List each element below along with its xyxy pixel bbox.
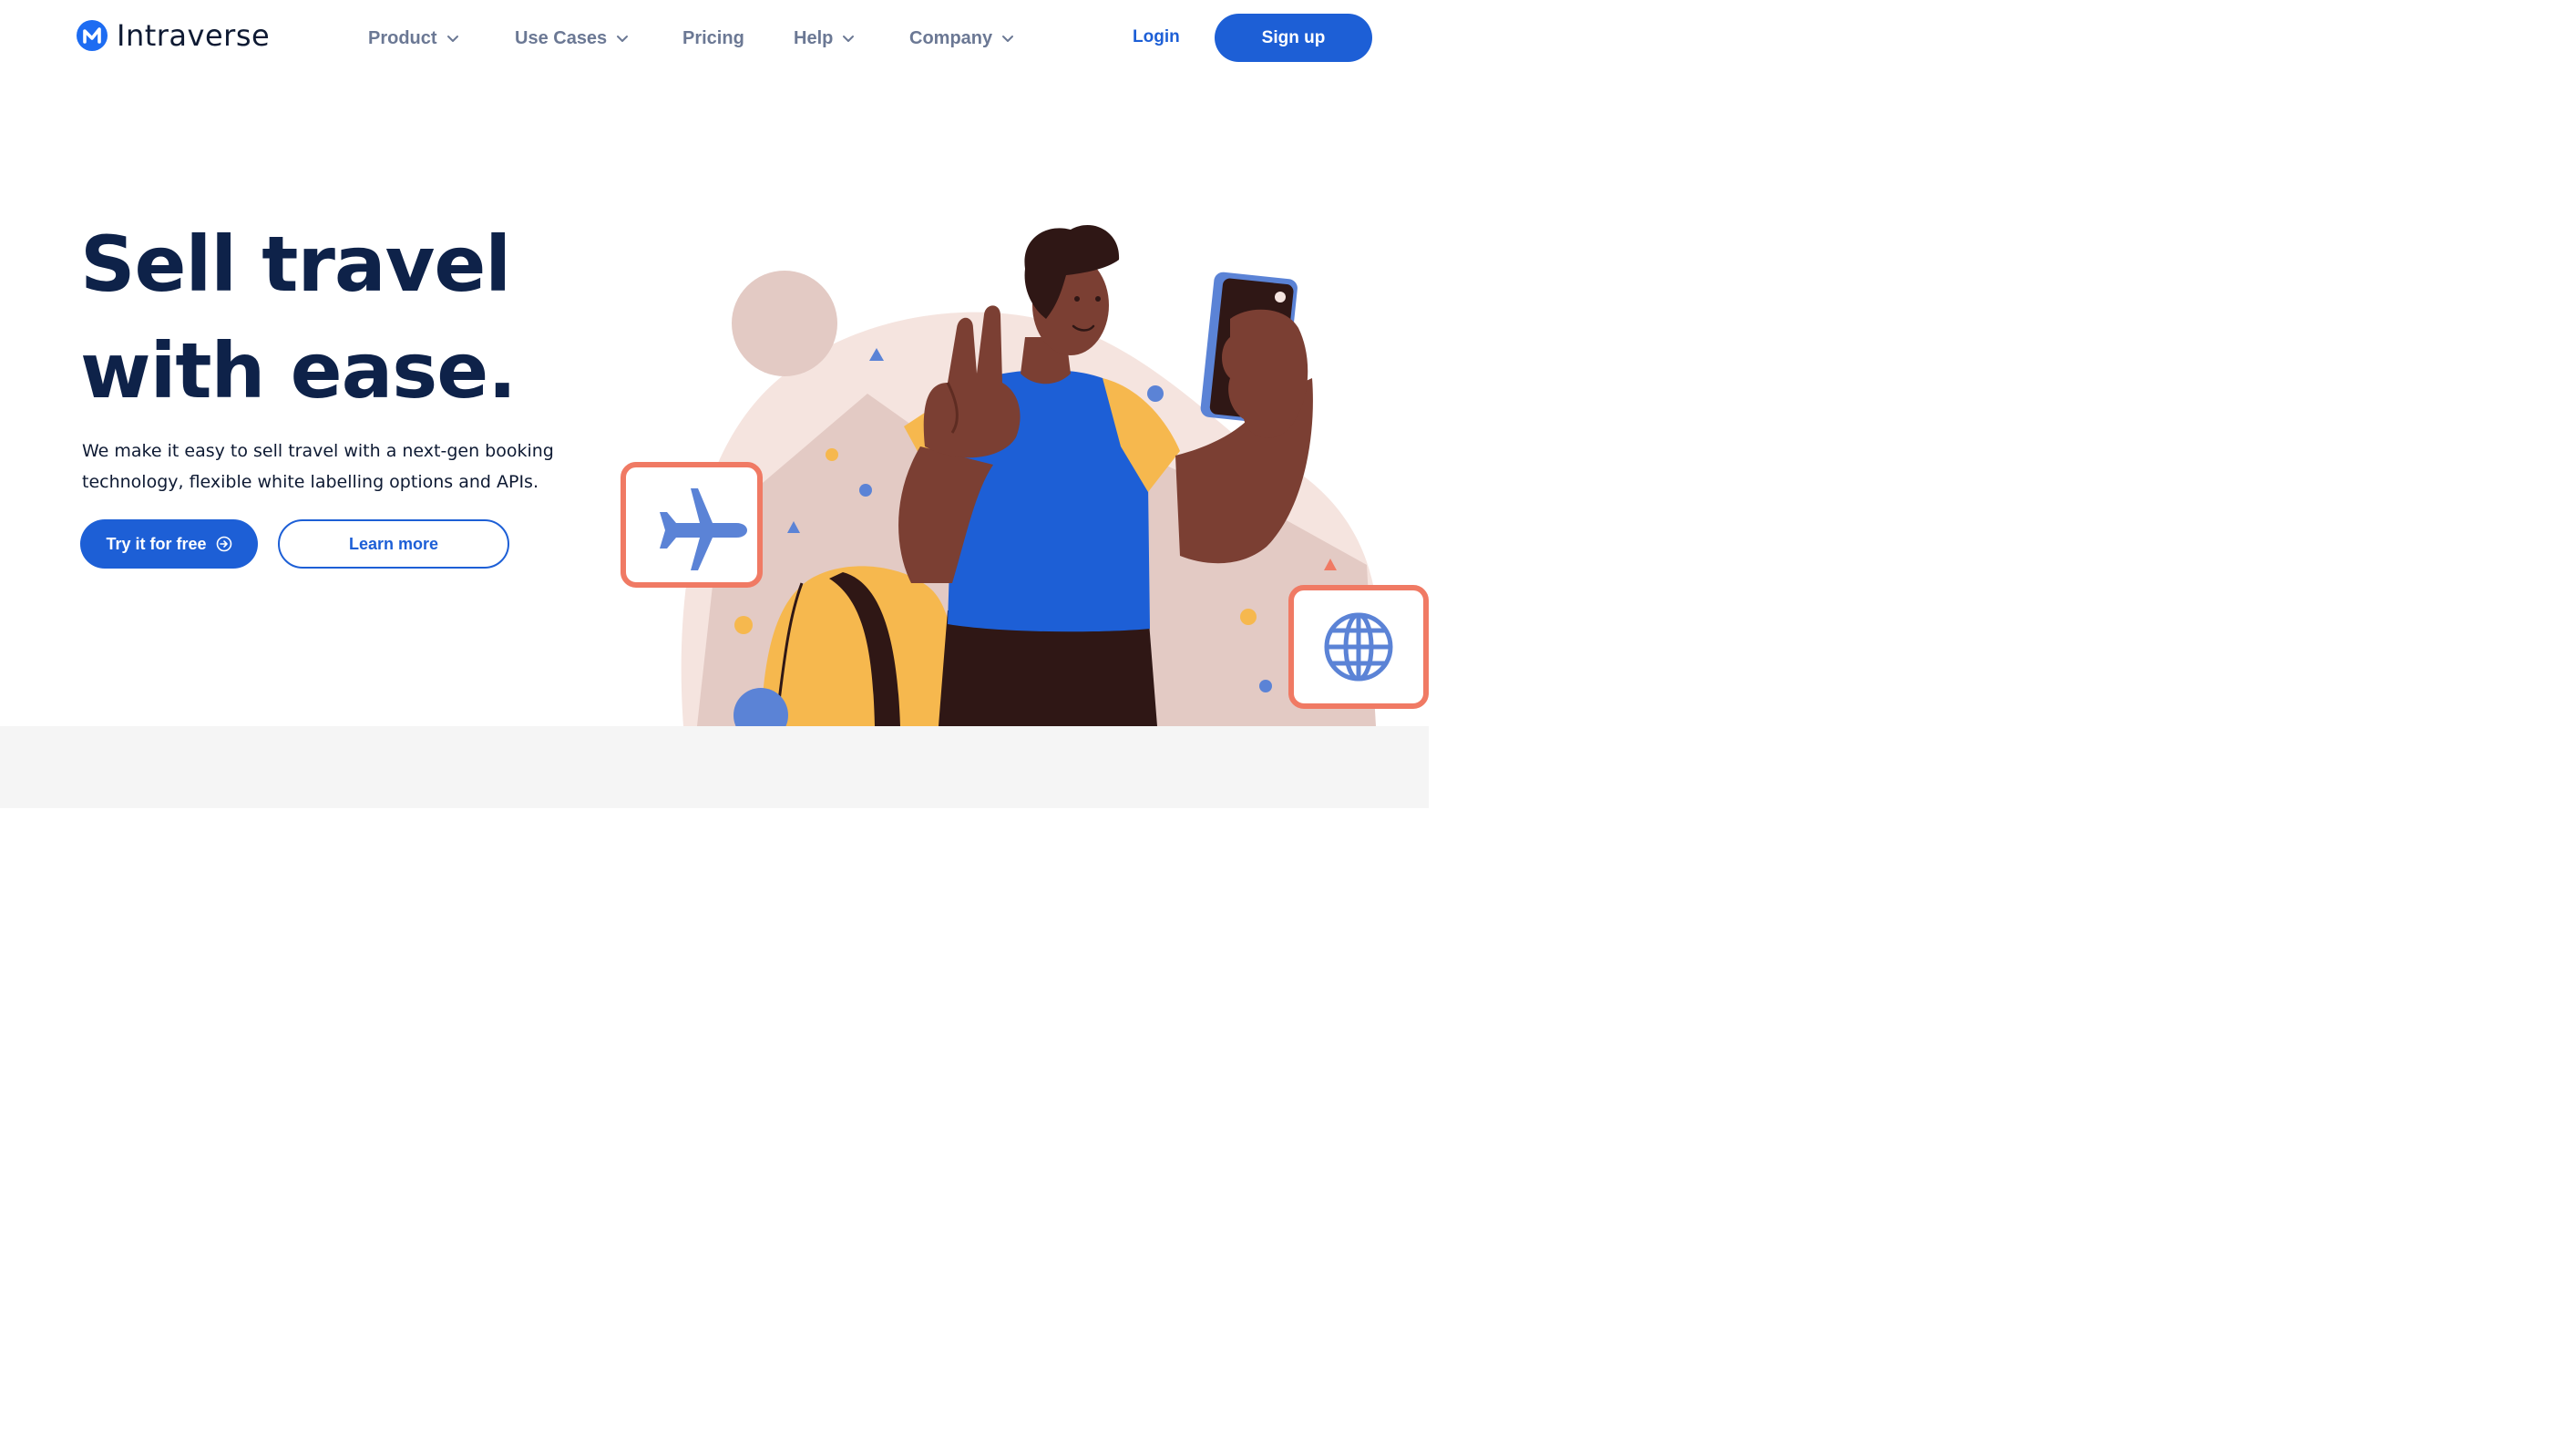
brand-logo[interactable]: Intraverse: [77, 18, 270, 53]
try-free-button[interactable]: Try it for free: [80, 519, 258, 569]
hero-headline-line1: Sell travel: [80, 220, 511, 309]
nav-company-label: Company: [909, 27, 993, 48]
nav-use-cases[interactable]: Use Cases: [515, 28, 629, 49]
confetti-dot: [859, 484, 872, 497]
nav-product-label: Product: [368, 27, 437, 48]
arrow-circle-right-icon: [216, 536, 231, 552]
chevron-down-icon: [446, 36, 458, 42]
nav-help[interactable]: Help: [794, 28, 855, 49]
nav-company[interactable]: Company: [909, 28, 1014, 49]
bottom-section-band: [0, 726, 1429, 808]
confetti-dot: [1147, 385, 1164, 402]
login-link[interactable]: Login: [1133, 27, 1180, 47]
nav-pricing[interactable]: Pricing: [682, 28, 744, 49]
globe-icon: [1324, 612, 1393, 682]
person-eye: [1074, 296, 1080, 302]
try-free-label: Try it for free: [106, 534, 207, 553]
nav-help-label: Help: [794, 27, 834, 48]
person-eye: [1095, 296, 1101, 302]
hero-subtitle: We make it easy to sell travel with a ne…: [82, 441, 554, 492]
learn-more-button[interactable]: Learn more: [278, 519, 509, 569]
nav-use-cases-label: Use Cases: [515, 27, 608, 48]
confetti-dot: [734, 616, 753, 634]
top-navigation: Intraverse Product Use Cases Pricing Hel…: [0, 0, 1429, 77]
confetti-dot: [1240, 609, 1257, 625]
confetti-dot: [1259, 680, 1272, 692]
intraverse-logo-icon: [77, 20, 108, 51]
nav-pricing-label: Pricing: [682, 27, 744, 48]
hero-illustration: [621, 225, 1429, 726]
hero-headline-line2: with ease.: [80, 326, 517, 415]
hero-headline: Sell travel with ease.: [80, 211, 517, 425]
sun-circle: [732, 271, 837, 376]
chevron-down-icon: [1002, 36, 1014, 42]
chevron-down-icon: [617, 36, 629, 42]
nav-product[interactable]: Product: [368, 28, 459, 49]
chevron-down-icon: [843, 36, 855, 42]
brand-name: Intraverse: [117, 18, 271, 53]
confetti-dot: [826, 448, 838, 461]
signup-button[interactable]: Sign up: [1215, 14, 1372, 62]
phone-camera: [1275, 292, 1286, 302]
